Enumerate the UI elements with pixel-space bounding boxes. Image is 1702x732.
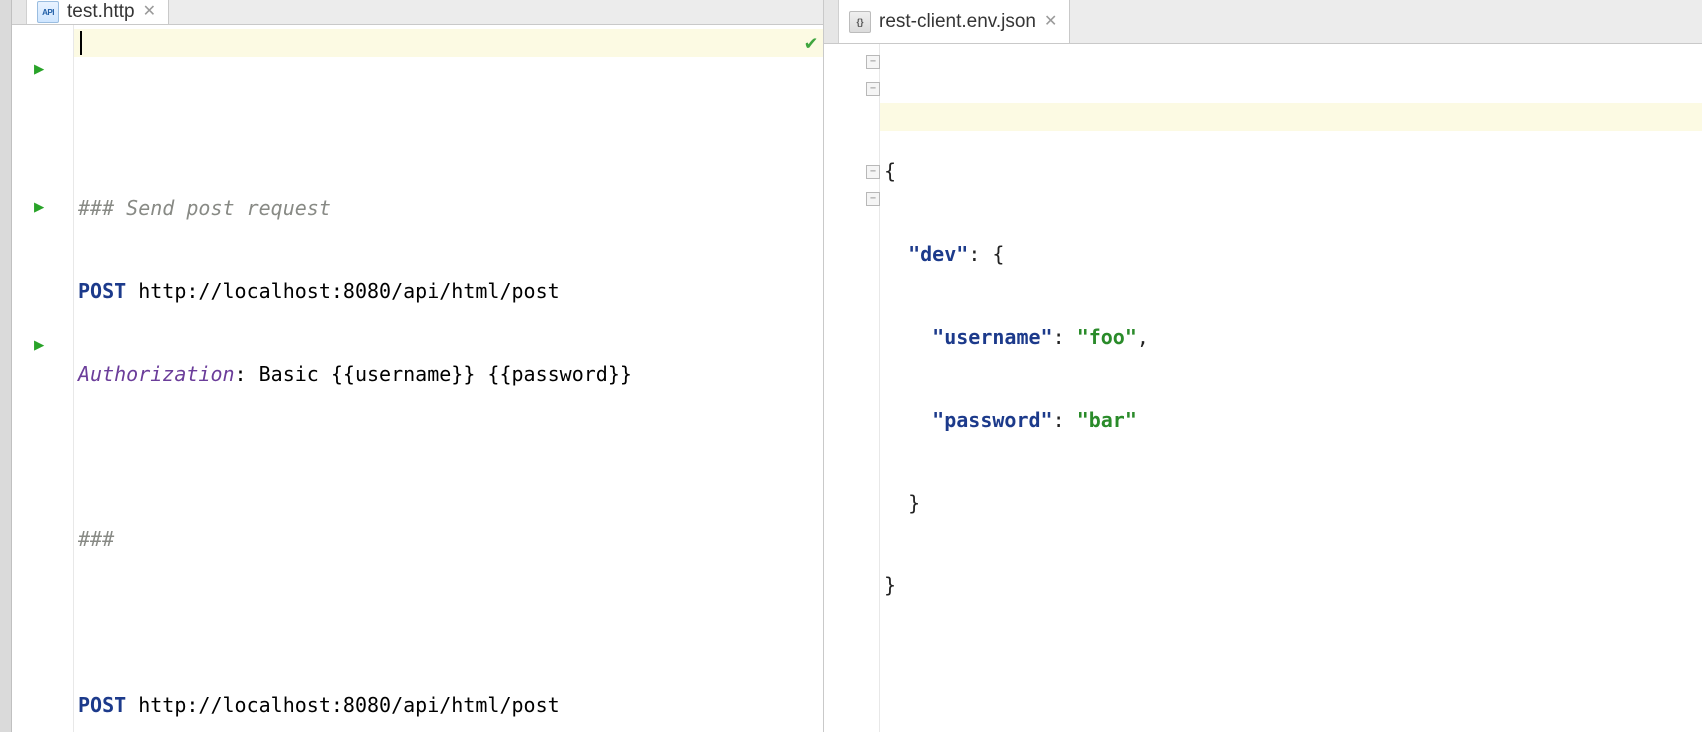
fold-icon[interactable]: − [866,192,880,206]
indent [884,325,932,349]
fold-icon[interactable]: − [866,55,880,69]
http-url: http://localhost:8080/api/html/post [126,693,559,717]
json-colon: : [1053,325,1077,349]
json-key: "username" [932,325,1052,349]
http-method: POST [78,693,126,717]
code-area-right[interactable]: { "dev": { "username": "foo", "password"… [880,44,1702,732]
run-icon[interactable]: ▶ [34,335,44,355]
http-header-name: Authorization [78,362,235,386]
json-string: "bar" [1077,408,1137,432]
tab-test-http[interactable]: test.http ✕ [27,0,169,24]
tab-bar-leading-stub [12,0,27,24]
brace-close: } [908,491,920,515]
text-cursor [80,31,82,55]
code-area-left[interactable]: ✔ ### Send post request POST http://loca… [74,25,823,732]
editor-panel-left: test.http ✕ ▶ ▶ ▶ ✔ ### Send post reques… [12,0,824,732]
tab-rest-client-env[interactable]: rest-client.env.json ✕ [839,0,1070,43]
editor-body-left[interactable]: ▶ ▶ ▶ ✔ ### Send post request POST http:… [12,25,823,732]
json-after: : { [968,242,1004,266]
editor-panel-right: rest-client.env.json ✕ − − − − { "dev": … [824,0,1702,732]
fold-icon[interactable]: − [866,165,880,179]
gutter-left[interactable]: ▶ ▶ ▶ [12,25,74,732]
close-icon[interactable]: ✕ [1044,14,1057,30]
run-icon[interactable]: ▶ [34,59,44,79]
tab-label: rest-client.env.json [879,11,1036,33]
editor-body-right[interactable]: − − − − { "dev": { "username": "foo", "p… [824,44,1702,732]
indent [884,408,932,432]
json-key: "password" [932,408,1052,432]
http-url: http://localhost:8080/api/html/post [126,279,559,303]
tab-bar-right: rest-client.env.json ✕ [824,0,1702,44]
api-file-icon [37,1,59,23]
fold-icon[interactable]: − [866,82,880,96]
indent [884,242,908,266]
tool-window-strip[interactable] [0,0,12,732]
tab-bar-left: test.http ✕ [12,0,823,25]
separator: ### [78,527,114,551]
http-header-value: : Basic {{username}} {{password}} [235,362,632,386]
http-method: POST [78,279,126,303]
tab-bar-leading-stub [824,0,839,43]
brace-open: { [884,159,896,183]
tab-label: test.http [67,1,135,23]
json-comma: , [1137,325,1149,349]
comment-line: ### Send post request [78,196,331,220]
indent [884,491,908,515]
current-line-highlight [880,103,1702,131]
json-key: "dev" [908,242,968,266]
check-icon[interactable]: ✔ [805,29,817,57]
json-colon: : [1053,408,1077,432]
current-line-highlight [74,29,823,57]
brace-close: } [884,573,896,597]
run-icon[interactable]: ▶ [34,197,44,217]
gutter-right[interactable]: − − − − [824,44,880,732]
json-file-icon [849,11,871,33]
json-string: "foo" [1077,325,1137,349]
close-icon[interactable]: ✕ [143,4,156,20]
